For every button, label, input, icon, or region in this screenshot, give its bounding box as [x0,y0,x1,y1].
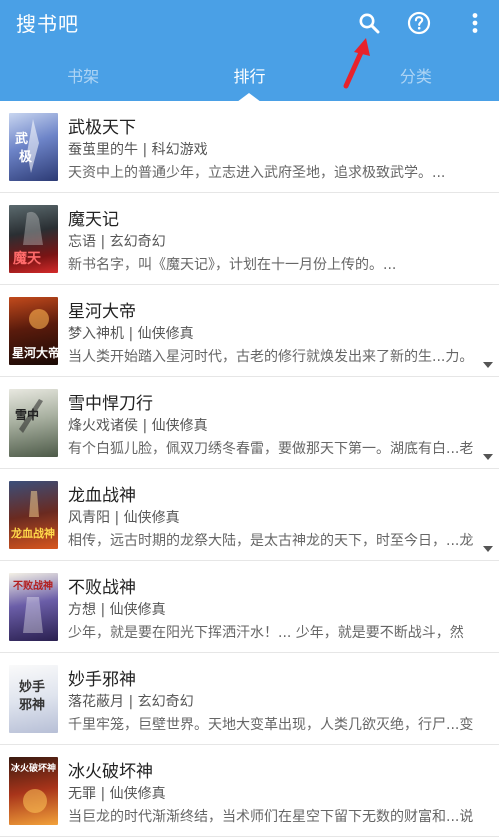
svg-text:武: 武 [15,131,28,147]
chevron-down-icon [483,454,493,460]
book-cover: 武 极 [9,113,58,181]
svg-text:邪神: 邪神 [18,697,45,713]
book-cover: 星河大帝 [9,297,58,365]
book-meta: 梦入神机 | 仙侠修真 [68,326,194,342]
list-item[interactable]: 雪中 雪中悍刀行 烽火戏诸侯 | 仙侠修真 有个白狐儿脸，佩双刀绣冬春雷，要做那… [0,377,499,469]
book-description: 少年，就是要在阳光下挥洒汗水！... 少年，就是要不断战斗，然 [68,625,464,641]
svg-text:星河大帝: 星河大帝 [12,345,58,360]
book-list: 武 极 武极天下 蚕茧里的牛 | 科幻游戏 天资中上的普通少年，立志进入武府圣地… [0,101,499,837]
book-cover: 冰火破坏神 [9,757,58,825]
help-icon[interactable] [406,10,432,36]
book-cover: 妙手 邪神 [9,665,58,733]
chevron-down-icon [483,362,493,368]
list-item[interactable]: 武 极 武极天下 蚕茧里的牛 | 科幻游戏 天资中上的普通少年，立志进入武府圣地… [0,101,499,193]
book-meta: 方想 | 仙侠修真 [68,602,166,618]
book-meta: 蚕茧里的牛 | 科幻游戏 [68,142,208,158]
svg-text:妙手: 妙手 [19,679,45,695]
tab-bookshelf[interactable]: 书架 [0,56,166,101]
book-meta: 忘语 | 玄幻奇幻 [68,234,166,250]
book-meta: 风青阳 | 仙侠修真 [68,510,180,526]
list-item[interactable]: 冰火破坏神 冰火破坏神 无罪 | 仙侠修真 当巨龙的时代渐渐终结，当术师们在星空… [0,745,499,837]
search-icon[interactable] [356,10,382,36]
app-bar: 搜书吧 书架 排行 分类 [0,0,499,102]
book-cover: 龙血战神 [9,481,58,549]
tab-bar: 书架 排行 分类 [0,56,499,102]
list-item[interactable]: 魔天 魔天记 忘语 | 玄幻奇幻 新书名字，叫《魔天记》，计划在十一月份上传的。… [0,193,499,285]
more-vert-icon[interactable] [462,10,488,36]
book-description: 新书名字，叫《魔天记》，计划在十一月份上传的。... [68,257,397,273]
book-title: 龙血战神 [68,486,136,506]
book-title: 武极天下 [68,118,136,138]
book-meta: 落花蔽月 | 玄幻奇幻 [68,694,194,710]
book-cover: 不败战神 [9,573,58,641]
svg-text:极: 极 [19,149,33,165]
book-description: 相传，远古时期的龙祭大陆，是太古神龙的天下，时至今日，...龙 [68,533,474,549]
list-item[interactable]: 不败战神 不败战神 方想 | 仙侠修真 少年，就是要在阳光下挥洒汗水！... 少… [0,561,499,653]
book-description: 天资中上的普通少年，立志进入武府圣地，追求极致武学。... [68,165,446,181]
book-meta: 烽火戏诸侯 | 仙侠修真 [68,418,208,434]
list-item[interactable]: 星河大帝 星河大帝 梦入神机 | 仙侠修真 当人类开始踏入星河时代，古老的修行就… [0,285,499,377]
book-cover: 魔天 [9,205,58,273]
svg-text:魔天: 魔天 [13,250,42,267]
tab-category[interactable]: 分类 [333,56,499,101]
book-title: 魔天记 [68,210,119,230]
book-title: 星河大帝 [68,302,136,322]
book-description: 有个白狐儿脸，佩双刀绣冬春雷，要做那天下第一。湖底有白...老 [68,441,474,457]
tab-label: 书架 [67,67,100,86]
svg-text:雪中: 雪中 [15,407,39,422]
chevron-down-icon [483,546,493,552]
book-title: 妙手邪神 [68,670,136,690]
list-item[interactable]: 龙血战神 龙血战神 风青阳 | 仙侠修真 相传，远古时期的龙祭大陆，是太古神龙的… [0,469,499,561]
book-title: 不败战神 [68,578,136,598]
book-cover: 雪中 [9,389,58,457]
svg-text:冰火破坏神: 冰火破坏神 [11,762,56,774]
book-meta: 无罪 | 仙侠修真 [68,786,166,802]
svg-text:龙血战神: 龙血战神 [10,526,55,540]
book-description: 当巨龙的时代渐渐终结，当术师们在星空下留下无数的财富和...说 [68,809,474,825]
tab-label: 排行 [233,67,266,86]
tab-ranking[interactable]: 排行 [166,56,332,102]
svg-text:不败战神: 不败战神 [13,579,53,592]
book-title: 雪中悍刀行 [68,394,153,414]
book-title: 冰火破坏神 [68,762,153,782]
list-item[interactable]: 妙手 邪神 妙手邪神 落花蔽月 | 玄幻奇幻 千里牢笼，巨壁世界。天地大变革出现… [0,653,499,745]
book-description: 当人类开始踏入星河时代，古老的修行就焕发出来了新的生...力。 [68,349,474,365]
tab-label: 分类 [399,67,432,86]
app-title: 搜书吧 [16,12,79,36]
book-description: 千里牢笼，巨壁世界。天地大变革出现，人类几欲灭绝，行尸...变 [68,717,474,733]
